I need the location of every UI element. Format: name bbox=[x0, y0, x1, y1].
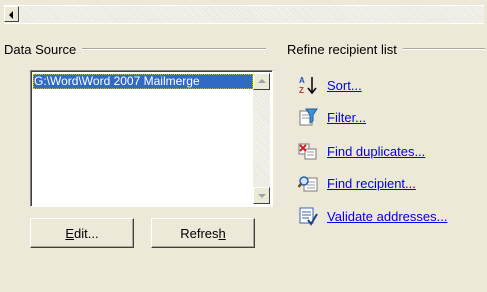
data-source-label: Data Source bbox=[4, 41, 77, 57]
validate-addresses-icon bbox=[299, 207, 318, 226]
validate-addresses-link[interactable]: Validate addresses... bbox=[327, 209, 447, 224]
data-source-list[interactable]: G:\Word\Word 2007 Mailmerge bbox=[30, 70, 273, 207]
filter-link-row[interactable]: Filter... bbox=[298, 106, 366, 128]
svg-text:Z: Z bbox=[299, 86, 304, 95]
filter-link[interactable]: Filter... bbox=[327, 110, 366, 125]
refresh-button[interactable]: Refres h bbox=[151, 218, 255, 248]
sort-accelerator: S bbox=[327, 77, 336, 93]
find-duplicates-link-row[interactable]: Find duplicates... bbox=[298, 140, 425, 162]
validate-accelerator: V bbox=[327, 208, 335, 224]
group-divider bbox=[402, 48, 485, 50]
find-duplicates-link[interactable]: Find duplicates... bbox=[327, 144, 425, 159]
find-duplicates-icon bbox=[298, 143, 317, 160]
horizontal-scrollbar[interactable] bbox=[4, 5, 484, 24]
dups-label-end: duplicates... bbox=[352, 143, 426, 159]
refresh-accelerator: h bbox=[218, 225, 226, 241]
sort-label: ort... bbox=[335, 77, 362, 93]
dups-label-start: Fin bbox=[327, 143, 346, 159]
sort-az-icon: A Z bbox=[299, 76, 317, 95]
filter-label: ilter... bbox=[334, 109, 367, 125]
svg-text:A: A bbox=[299, 76, 305, 85]
group-divider bbox=[82, 48, 266, 50]
refine-group-title: Refine recipient list bbox=[287, 41, 485, 57]
scroll-track[interactable] bbox=[20, 6, 484, 23]
sort-link[interactable]: Sort... bbox=[327, 78, 362, 93]
edit-label: dit... bbox=[74, 225, 99, 241]
edit-button[interactable]: Edit... bbox=[30, 218, 134, 248]
scroll-left-button[interactable] bbox=[4, 6, 19, 22]
refresh-label: Refres bbox=[180, 225, 219, 241]
edit-accelerator: E bbox=[65, 225, 75, 241]
validate-label: alidate addresses... bbox=[334, 208, 448, 224]
find-recipient-icon bbox=[298, 176, 318, 192]
scroll-up-button[interactable] bbox=[253, 73, 270, 90]
sort-link-row[interactable]: A Z Sort... bbox=[298, 74, 362, 96]
filter-funnel-icon bbox=[299, 108, 318, 126]
list-vertical-scrollbar[interactable] bbox=[253, 73, 270, 204]
refine-label: Refine recipient list bbox=[287, 41, 397, 57]
find-recipient-link[interactable]: Find recipient... bbox=[327, 176, 416, 191]
scroll-down-button[interactable] bbox=[253, 187, 270, 204]
find-recipient-link-row[interactable]: Find recipient... bbox=[298, 172, 416, 194]
filter-accelerator: F bbox=[327, 109, 335, 125]
data-source-group-title: Data Source bbox=[4, 41, 266, 57]
list-item[interactable]: G:\Word\Word 2007 Mailmerge bbox=[33, 74, 253, 89]
validate-addresses-link-row[interactable]: Validate addresses... bbox=[298, 205, 447, 227]
